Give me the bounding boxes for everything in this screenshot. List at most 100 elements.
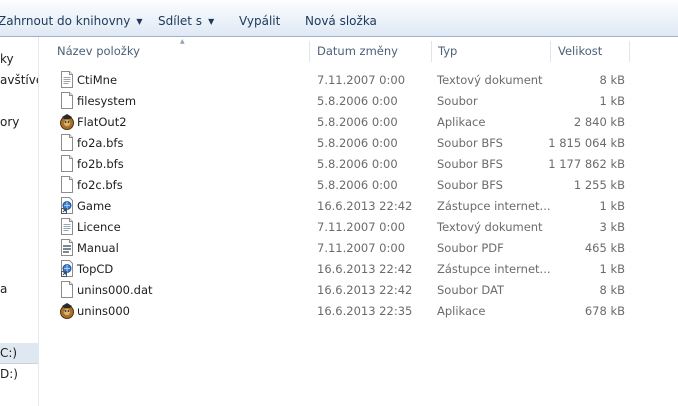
file-type: Soubor DAT (437, 283, 504, 297)
internet-shortcut-icon (59, 260, 75, 277)
file-type: Soubor (437, 94, 478, 108)
navigation-pane: ky avštíver ory a C:) D:) (0, 37, 39, 406)
nav-item-library[interactable]: ory (0, 112, 19, 132)
column-header-label: Typ (438, 44, 458, 58)
burn-button[interactable]: Vypálit (239, 0, 280, 37)
file-date-modified: 5.8.2006 0:00 (317, 94, 398, 108)
application-icon (59, 302, 75, 319)
share-with-button[interactable]: Sdílet s ▼ (158, 0, 214, 37)
nav-item-drive-d[interactable]: D:) (0, 364, 18, 384)
file-name: filesystem (77, 94, 137, 108)
file-row[interactable]: Game 16.6.2013 22:42 Zástupce internet..… (39, 195, 678, 216)
file-icon (59, 92, 75, 109)
share-with-label: Sdílet s (158, 14, 203, 28)
file-icon (59, 155, 75, 172)
file-name: Licence (77, 220, 121, 234)
file-name: fo2c.bfs (77, 178, 123, 192)
file-date-modified: 5.8.2006 0:00 (317, 115, 398, 129)
file-type: Textový dokument (437, 73, 543, 87)
file-name: fo2b.bfs (77, 157, 124, 171)
file-size: 8 kB (599, 73, 625, 87)
file-type: Soubor PDF (437, 241, 504, 255)
file-type: Aplikace (437, 115, 486, 129)
file-row[interactable]: Manual 7.11.2007 0:00 Soubor PDF 465 kB (39, 237, 678, 258)
file-name: Manual (77, 241, 119, 255)
file-date-modified: 7.11.2007 0:00 (317, 73, 406, 87)
nav-item-label: ory (0, 115, 20, 129)
nav-item-label: D:) (0, 367, 18, 381)
file-name: unins000 (77, 304, 131, 318)
nav-item-media[interactable]: a (0, 279, 7, 299)
new-folder-label: Nová složka (305, 14, 377, 28)
pdf-document-icon (59, 239, 75, 256)
file-size: 1 kB (599, 94, 625, 108)
column-header-type[interactable]: Typ (438, 37, 457, 63)
file-icon (59, 134, 75, 151)
file-row[interactable]: FlatOut2 5.8.2006 0:00 Aplikace 2 840 kB (39, 111, 678, 132)
file-date-modified: 7.11.2007 0:00 (317, 220, 406, 234)
burn-label: Vypálit (239, 14, 281, 28)
nav-item-recent-places[interactable]: avštíver (0, 70, 38, 90)
nav-item-label: avštíver (0, 73, 38, 87)
file-date-modified: 7.11.2007 0:00 (317, 241, 406, 255)
file-type: Zástupce internet... (437, 199, 551, 213)
nav-item-favorites[interactable]: ky (0, 49, 14, 69)
file-type: Aplikace (437, 304, 486, 318)
column-header-size[interactable]: Velikost (558, 37, 602, 63)
application-icon (59, 113, 75, 130)
file-name: unins000.dat (77, 283, 153, 297)
nav-item-drive-c[interactable]: C:) (0, 343, 38, 363)
new-folder-button[interactable]: Nová složka (305, 0, 377, 37)
file-row[interactable]: TopCD 16.6.2013 22:42 Zástupce internet.… (39, 258, 678, 279)
column-header-label: Velikost (558, 44, 603, 58)
file-name: TopCD (77, 262, 114, 276)
file-row[interactable]: filesystem 5.8.2006 0:00 Soubor 1 kB (39, 90, 678, 111)
file-list: CtiMne 7.11.2007 0:00 Textový dokument 8… (39, 69, 678, 321)
file-date-modified: 16.6.2013 22:35 (317, 304, 413, 318)
file-name: CtiMne (77, 73, 118, 87)
column-resize-handle[interactable] (629, 41, 630, 62)
column-header-label: Datum změny (317, 44, 398, 58)
file-size: 1 kB (599, 199, 625, 213)
nav-item-label: ky (0, 52, 14, 66)
column-header-label: Název položky (57, 44, 140, 58)
file-size: 2 840 kB (573, 115, 625, 129)
column-resize-handle[interactable] (309, 41, 310, 62)
column-resize-handle[interactable] (431, 41, 432, 62)
file-size: 1 kB (599, 262, 625, 276)
file-date-modified: 16.6.2013 22:42 (317, 199, 413, 213)
file-icon (59, 281, 75, 298)
file-size: 1 255 kB (573, 178, 625, 192)
file-type: Textový dokument (437, 220, 543, 234)
file-row[interactable]: unins000 16.6.2013 22:35 Aplikace 678 kB (39, 300, 678, 321)
file-row[interactable]: fo2c.bfs 5.8.2006 0:00 Soubor BFS 1 255 … (39, 174, 678, 195)
file-date-modified: 5.8.2006 0:00 (317, 178, 398, 192)
file-name: Game (77, 199, 112, 213)
file-size: 8 kB (599, 283, 625, 297)
file-size: 3 kB (599, 220, 625, 234)
file-date-modified: 16.6.2013 22:42 (317, 262, 413, 276)
file-date-modified: 16.6.2013 22:42 (317, 283, 413, 297)
column-header-name[interactable]: Název položky (57, 37, 140, 63)
sort-ascending-icon: ▲ (180, 38, 185, 45)
file-size: 1 177 862 kB (548, 157, 625, 171)
file-name: fo2a.bfs (77, 136, 124, 150)
file-type: Soubor BFS (437, 136, 503, 150)
file-size: 465 kB (584, 241, 625, 255)
file-row[interactable]: CtiMne 7.11.2007 0:00 Textový dokument 8… (39, 69, 678, 90)
file-row[interactable]: Licence 7.11.2007 0:00 Textový dokument … (39, 216, 678, 237)
file-date-modified: 5.8.2006 0:00 (317, 157, 398, 171)
file-row[interactable]: fo2b.bfs 5.8.2006 0:00 Soubor BFS 1 177 … (39, 153, 678, 174)
file-type: Soubor BFS (437, 157, 503, 171)
file-name: FlatOut2 (77, 115, 127, 129)
nav-item-label: C:) (0, 346, 18, 360)
file-type: Soubor BFS (437, 178, 503, 192)
file-row[interactable]: fo2a.bfs 5.8.2006 0:00 Soubor BFS 1 815 … (39, 132, 678, 153)
file-type: Zástupce internet... (437, 262, 551, 276)
column-header-date[interactable]: Datum změny (317, 37, 398, 63)
text-document-icon (59, 71, 75, 88)
file-row[interactable]: unins000.dat 16.6.2013 22:42 Soubor DAT … (39, 279, 678, 300)
column-resize-handle[interactable] (550, 41, 551, 62)
include-in-library-label: Zahrnout do knihovny (0, 14, 131, 28)
include-in-library-button[interactable]: Zahrnout do knihovny ▼ (0, 0, 143, 37)
